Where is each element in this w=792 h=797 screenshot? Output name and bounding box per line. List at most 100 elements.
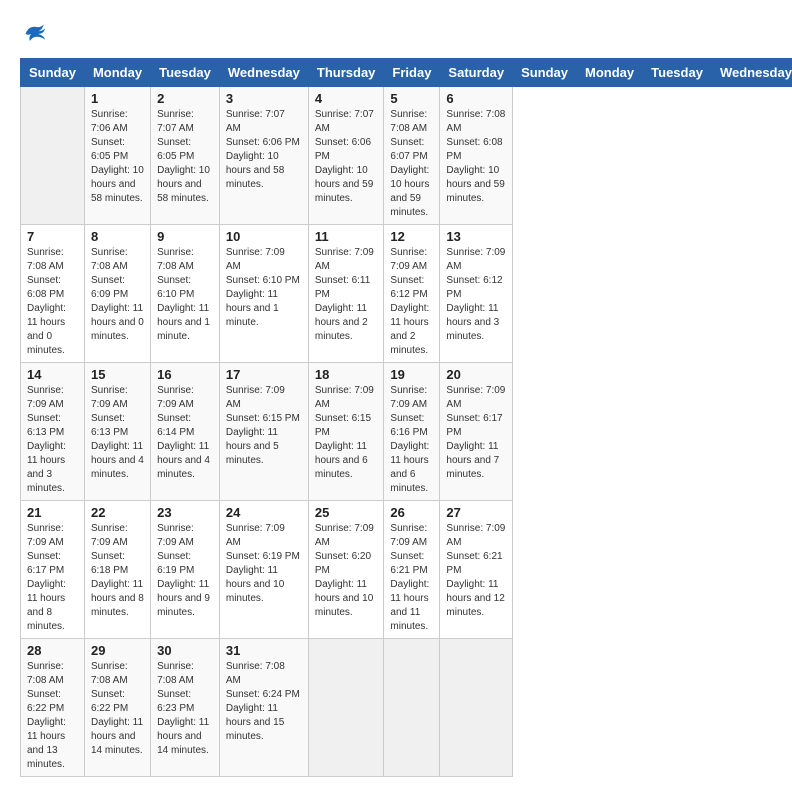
page-header: [20, 20, 772, 48]
calendar-cell: 13 Sunrise: 7:09 AMSunset: 6:12 PMDayligh…: [440, 225, 513, 363]
calendar-week-row: 14 Sunrise: 7:09 AMSunset: 6:13 PMDayligh…: [21, 363, 792, 501]
day-number: 21: [27, 505, 78, 520]
day-info: Sunrise: 7:08 AMSunset: 6:24 PMDaylight:…: [226, 660, 302, 744]
day-info: Sunrise: 7:09 AMSunset: 6:15 PMDaylight:…: [315, 384, 378, 482]
calendar-cell: 29 Sunrise: 7:08 AMSunset: 6:22 PMDayligh…: [84, 639, 150, 777]
day-info: Sunrise: 7:07 AMSunset: 6:05 PMDaylight:…: [157, 108, 213, 206]
day-number: 10: [226, 229, 302, 244]
day-info: Sunrise: 7:08 AMSunset: 6:08 PMDaylight:…: [27, 246, 78, 358]
day-number: 20: [446, 367, 506, 382]
calendar-cell: 20 Sunrise: 7:09 AMSunset: 6:17 PMDayligh…: [440, 363, 513, 501]
logo: [20, 20, 52, 48]
day-number: 27: [446, 505, 506, 520]
day-info: Sunrise: 7:06 AMSunset: 6:05 PMDaylight:…: [91, 108, 144, 206]
day-number: 19: [390, 367, 433, 382]
day-info: Sunrise: 7:08 AMSunset: 6:23 PMDaylight:…: [157, 660, 213, 758]
calendar-cell: [440, 639, 513, 777]
calendar-cell: 3 Sunrise: 7:07 AMSunset: 6:06 PMDaylight…: [219, 87, 308, 225]
day-number: 9: [157, 229, 213, 244]
calendar-cell: 21Sunrise: 7:09 AMSunset: 6:17 PMDayligh…: [21, 501, 85, 639]
calendar-cell: 18 Sunrise: 7:09 AMSunset: 6:15 PMDayligh…: [308, 363, 384, 501]
calendar-cell: 10 Sunrise: 7:09 AMSunset: 6:10 PMDayligh…: [219, 225, 308, 363]
day-number: 12: [390, 229, 433, 244]
day-number: 13: [446, 229, 506, 244]
day-info: Sunrise: 7:08 AMSunset: 6:22 PMDaylight:…: [91, 660, 144, 758]
day-number: 28: [27, 643, 78, 658]
day-info: Sunrise: 7:09 AMSunset: 6:15 PMDaylight:…: [226, 384, 302, 468]
column-header-monday: Monday: [577, 59, 643, 87]
calendar-cell: 7 Sunrise: 7:08 AMSunset: 6:08 PMDaylight…: [21, 225, 85, 363]
calendar-cell: 2 Sunrise: 7:07 AMSunset: 6:05 PMDaylight…: [151, 87, 220, 225]
day-info: Sunrise: 7:09 AMSunset: 6:13 PMDaylight:…: [27, 384, 78, 496]
day-number: 7: [27, 229, 78, 244]
day-number: 1: [91, 91, 144, 106]
calendar-cell: 1 Sunrise: 7:06 AMSunset: 6:05 PMDaylight…: [84, 87, 150, 225]
day-info: Sunrise: 7:09 AMSunset: 6:17 PMDaylight:…: [446, 384, 506, 482]
calendar-week-row: 7 Sunrise: 7:08 AMSunset: 6:08 PMDaylight…: [21, 225, 792, 363]
calendar-cell: 28 Sunrise: 7:08 AMSunset: 6:22 PMDayligh…: [21, 639, 85, 777]
day-number: 31: [226, 643, 302, 658]
day-number: 5: [390, 91, 433, 106]
column-header-sunday: Sunday: [21, 59, 85, 87]
column-header-monday: Monday: [84, 59, 150, 87]
day-info: Sunrise: 7:09 AMSunset: 6:19 PMDaylight:…: [226, 522, 302, 606]
day-info: Sunrise: 7:09 AMSunset: 6:10 PMDaylight:…: [226, 246, 302, 330]
calendar-header-row: SundayMondayTuesdayWednesdayThursdayFrid…: [21, 59, 792, 87]
day-number: 8: [91, 229, 144, 244]
day-info: Sunrise: 7:09 AMSunset: 6:21 PMDaylight:…: [390, 522, 433, 634]
day-number: 23: [157, 505, 213, 520]
calendar-cell: 4Sunrise: 7:07 AMSunset: 6:06 PMDaylight…: [308, 87, 384, 225]
day-info: Sunrise: 7:09 AMSunset: 6:14 PMDaylight:…: [157, 384, 213, 482]
column-header-wednesday: Wednesday: [219, 59, 308, 87]
calendar-cell: 22 Sunrise: 7:09 AMSunset: 6:18 PMDayligh…: [84, 501, 150, 639]
logo-bird-icon: [20, 20, 48, 48]
day-info: Sunrise: 7:09 AMSunset: 6:13 PMDaylight:…: [91, 384, 144, 482]
calendar-table: SundayMondayTuesdayWednesdayThursdayFrid…: [20, 58, 792, 777]
day-info: Sunrise: 7:09 AMSunset: 6:21 PMDaylight:…: [446, 522, 506, 620]
calendar-cell: 6Sunrise: 7:08 AMSunset: 6:08 PMDaylight…: [440, 87, 513, 225]
day-number: 17: [226, 367, 302, 382]
day-info: Sunrise: 7:07 AMSunset: 6:06 PMDaylight:…: [315, 108, 378, 206]
calendar-cell: [308, 639, 384, 777]
day-info: Sunrise: 7:09 AMSunset: 6:18 PMDaylight:…: [91, 522, 144, 620]
column-header-friday: Friday: [384, 59, 440, 87]
day-number: 22: [91, 505, 144, 520]
column-header-thursday: Thursday: [308, 59, 384, 87]
calendar-cell: 23 Sunrise: 7:09 AMSunset: 6:19 PMDayligh…: [151, 501, 220, 639]
column-header-sunday: Sunday: [513, 59, 577, 87]
day-info: Sunrise: 7:08 AMSunset: 6:10 PMDaylight:…: [157, 246, 213, 344]
day-info: Sunrise: 7:09 AMSunset: 6:12 PMDaylight:…: [390, 246, 433, 358]
day-number: 16: [157, 367, 213, 382]
day-number: 2: [157, 91, 213, 106]
calendar-week-row: 21Sunrise: 7:09 AMSunset: 6:17 PMDayligh…: [21, 501, 792, 639]
day-number: 14: [27, 367, 78, 382]
day-info: Sunrise: 7:08 AMSunset: 6:22 PMDaylight:…: [27, 660, 78, 772]
calendar-cell: [384, 639, 440, 777]
calendar-cell: 30Sunrise: 7:08 AMSunset: 6:23 PMDayligh…: [151, 639, 220, 777]
day-info: Sunrise: 7:09 AMSunset: 6:20 PMDaylight:…: [315, 522, 378, 620]
calendar-cell: 25Sunrise: 7:09 AMSunset: 6:20 PMDayligh…: [308, 501, 384, 639]
day-info: Sunrise: 7:09 AMSunset: 6:19 PMDaylight:…: [157, 522, 213, 620]
day-number: 18: [315, 367, 378, 382]
day-number: 29: [91, 643, 144, 658]
calendar-cell: 9 Sunrise: 7:08 AMSunset: 6:10 PMDaylight…: [151, 225, 220, 363]
day-info: Sunrise: 7:07 AMSunset: 6:06 PMDaylight:…: [226, 108, 302, 192]
column-header-saturday: Saturday: [440, 59, 513, 87]
column-header-wednesday: Wednesday: [711, 59, 792, 87]
calendar-cell: 14 Sunrise: 7:09 AMSunset: 6:13 PMDayligh…: [21, 363, 85, 501]
day-number: 6: [446, 91, 506, 106]
calendar-cell: 17 Sunrise: 7:09 AMSunset: 6:15 PMDayligh…: [219, 363, 308, 501]
calendar-cell: 16 Sunrise: 7:09 AMSunset: 6:14 PMDayligh…: [151, 363, 220, 501]
day-info: Sunrise: 7:08 AMSunset: 6:09 PMDaylight:…: [91, 246, 144, 344]
calendar-cell: 5Sunrise: 7:08 AMSunset: 6:07 PMDaylight…: [384, 87, 440, 225]
column-header-tuesday: Tuesday: [151, 59, 220, 87]
calendar-cell: 15Sunrise: 7:09 AMSunset: 6:13 PMDayligh…: [84, 363, 150, 501]
day-info: Sunrise: 7:09 AMSunset: 6:12 PMDaylight:…: [446, 246, 506, 344]
calendar-cell: [21, 87, 85, 225]
day-number: 3: [226, 91, 302, 106]
calendar-cell: 27 Sunrise: 7:09 AMSunset: 6:21 PMDayligh…: [440, 501, 513, 639]
calendar-cell: 31 Sunrise: 7:08 AMSunset: 6:24 PMDayligh…: [219, 639, 308, 777]
calendar-week-row: 1 Sunrise: 7:06 AMSunset: 6:05 PMDaylight…: [21, 87, 792, 225]
calendar-cell: 12 Sunrise: 7:09 AMSunset: 6:12 PMDayligh…: [384, 225, 440, 363]
calendar-cell: 8 Sunrise: 7:08 AMSunset: 6:09 PMDaylight…: [84, 225, 150, 363]
